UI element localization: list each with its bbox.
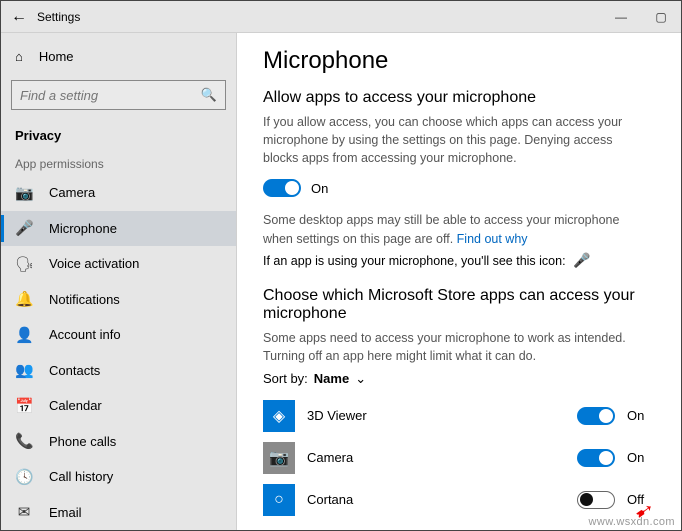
titlebar: ← Settings — ▢: [1, 1, 681, 33]
microphone-indicator-icon: 🎤: [573, 252, 590, 268]
content-pane[interactable]: Microphone Allow apps to access your mic…: [237, 33, 681, 530]
app-state: On: [627, 450, 655, 465]
choose-apps-description: Some apps need to access your microphone…: [263, 329, 643, 365]
app-toggle-camera[interactable]: [577, 449, 615, 467]
contacts-icon: 👥: [15, 361, 33, 379]
sidebar-item-email[interactable]: ✉ Email: [1, 494, 236, 529]
sort-value: Name: [314, 371, 349, 386]
history-icon: 🕓: [15, 468, 33, 486]
back-button[interactable]: ←: [1, 8, 37, 26]
home-label: Home: [39, 49, 74, 64]
sidebar: ⌂ Home 🔍 Privacy App permissions 📷 Camer…: [1, 33, 237, 530]
sidebar-item-camera[interactable]: 📷 Camera: [1, 175, 236, 210]
sidebar-item-notifications[interactable]: 🔔 Notifications: [1, 282, 236, 317]
voice-icon: 🗣: [15, 255, 33, 273]
app-state: On: [627, 408, 655, 423]
allow-apps-heading: Allow apps to access your microphone: [263, 89, 655, 107]
minimize-button[interactable]: —: [601, 10, 641, 24]
sidebar-item-contacts[interactable]: 👥 Contacts: [1, 353, 236, 388]
sidebar-item-microphone[interactable]: 🎤 Microphone: [1, 211, 236, 246]
search-box[interactable]: 🔍: [11, 80, 226, 110]
page-title: Microphone: [263, 47, 655, 75]
watermark: www.wsxdn.com: [589, 516, 676, 528]
allow-apps-toggle[interactable]: [263, 179, 301, 197]
app-name: Cortana: [307, 492, 565, 507]
sidebar-item-label: Microphone: [49, 221, 117, 236]
home-icon: ⌂: [15, 49, 23, 64]
sidebar-section-privacy: Privacy: [1, 118, 236, 145]
sidebar-home[interactable]: ⌂ Home: [1, 39, 236, 74]
sidebar-group-app-permissions: App permissions: [1, 145, 236, 175]
allow-apps-state: On: [311, 181, 328, 196]
account-icon: 👤: [15, 326, 33, 344]
allow-apps-description: If you allow access, you can choose whic…: [263, 113, 643, 167]
sidebar-item-account-info[interactable]: 👤 Account info: [1, 317, 236, 352]
maximize-button[interactable]: ▢: [641, 10, 681, 24]
sidebar-item-call-history[interactable]: 🕓 Call history: [1, 459, 236, 494]
app-row-3d-viewer: ◈ 3D Viewer On: [263, 395, 655, 437]
calendar-icon: 📅: [15, 397, 33, 415]
app-tile-icon: 📷: [263, 442, 295, 474]
app-row-cortana: ○ Cortana Off: [263, 479, 655, 521]
sidebar-item-label: Voice activation: [49, 256, 139, 271]
sidebar-item-voice-activation[interactable]: 🗣 Voice activation: [1, 246, 236, 281]
sidebar-item-calendar[interactable]: 📅 Calendar: [1, 388, 236, 423]
app-name: Camera: [307, 450, 565, 465]
search-input[interactable]: [20, 88, 201, 103]
sidebar-item-phone-calls[interactable]: 📞 Phone calls: [1, 423, 236, 458]
window-title: Settings: [37, 10, 80, 24]
chevron-down-icon: ⌄: [355, 371, 366, 387]
sidebar-item-label: Notifications: [49, 292, 120, 307]
sidebar-item-label: Calendar: [49, 398, 102, 413]
camera-icon: 📷: [15, 184, 33, 202]
sort-label: Sort by:: [263, 371, 308, 386]
sidebar-item-label: Account info: [49, 327, 121, 342]
sort-by-control[interactable]: Sort by: Name ⌄: [263, 371, 655, 387]
sidebar-item-label: Phone calls: [49, 434, 116, 449]
choose-apps-heading: Choose which Microsoft Store apps can ac…: [263, 287, 655, 323]
microphone-icon: 🎤: [15, 219, 33, 237]
mic-in-use-note: If an app is using your microphone, you'…: [263, 252, 655, 269]
email-icon: ✉: [15, 503, 33, 521]
app-name: 3D Viewer: [307, 408, 565, 423]
sidebar-item-label: Camera: [49, 185, 95, 200]
sidebar-item-label: Contacts: [49, 363, 100, 378]
app-toggle-3d-viewer[interactable]: [577, 407, 615, 425]
sidebar-item-label: Email: [49, 505, 82, 520]
search-icon[interactable]: 🔍: [201, 87, 217, 103]
phone-icon: 📞: [15, 432, 33, 450]
desktop-apps-note: Some desktop apps may still be able to a…: [263, 211, 643, 247]
sidebar-item-label: Call history: [49, 469, 113, 484]
app-toggle-cortana[interactable]: [577, 491, 615, 509]
find-out-why-link[interactable]: Find out why: [457, 232, 528, 246]
app-row-camera: 📷 Camera On: [263, 437, 655, 479]
app-tile-icon: ◈: [263, 400, 295, 432]
bell-icon: 🔔: [15, 290, 33, 308]
app-tile-icon: ○: [263, 484, 295, 516]
